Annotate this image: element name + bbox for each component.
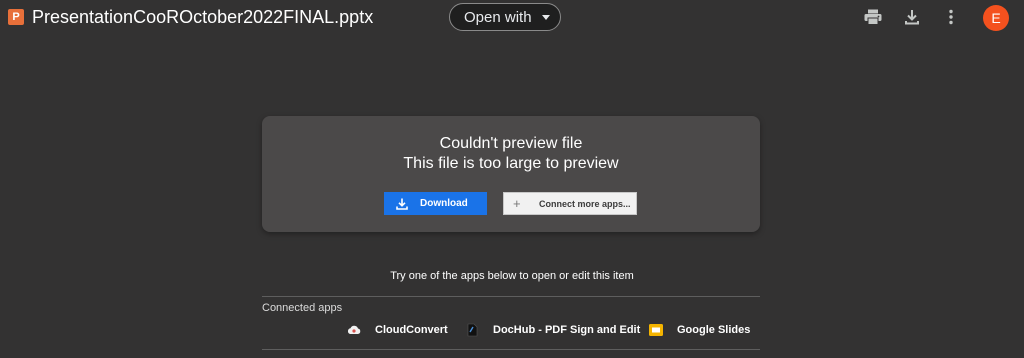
connected-apps-label: Connected apps — [262, 302, 343, 314]
print-icon[interactable] — [863, 7, 883, 27]
divider — [262, 296, 760, 297]
connect-more-apps-button[interactable]: + Connect more apps... — [503, 192, 637, 215]
preview-error-title: Couldn't preview file — [439, 135, 583, 152]
plus-icon: + — [513, 196, 521, 211]
file-title: PresentationCooROctober2022FINAL.pptx — [32, 7, 374, 27]
dochub-icon — [465, 323, 479, 337]
pptx-file-icon: P — [8, 9, 24, 25]
app-cloudconvert[interactable]: CloudConvert — [347, 322, 448, 338]
preview-error-card: Couldn't preview file This file is too l… — [262, 116, 760, 232]
app-label: CloudConvert — [375, 324, 448, 336]
preview-error-subtitle: This file is too large to preview — [403, 155, 619, 172]
app-label: DocHub - PDF Sign and Edit — [493, 324, 641, 336]
cloudconvert-icon — [347, 323, 361, 337]
app-label: Google Slides — [677, 324, 751, 336]
more-vert-icon[interactable] — [941, 7, 961, 27]
app-dochub[interactable]: DocHub - PDF Sign and Edit — [465, 322, 640, 338]
download-button-label: Download — [420, 198, 468, 209]
open-with-label: Open with — [464, 8, 532, 26]
avatar[interactable]: E — [983, 5, 1009, 31]
divider — [262, 349, 760, 350]
download-icon — [396, 198, 408, 210]
open-with-button[interactable]: Open with — [449, 3, 561, 31]
download-button[interactable]: Download — [384, 192, 487, 215]
chevron-down-icon — [541, 14, 550, 20]
google-slides-icon — [649, 323, 663, 337]
download-icon[interactable] — [902, 7, 922, 27]
app-google-slides[interactable]: Google Slides — [649, 322, 750, 338]
apps-hint-text: Try one of the apps below to open or edi… — [390, 270, 634, 282]
connect-more-apps-label: Connect more apps... — [539, 198, 631, 209]
